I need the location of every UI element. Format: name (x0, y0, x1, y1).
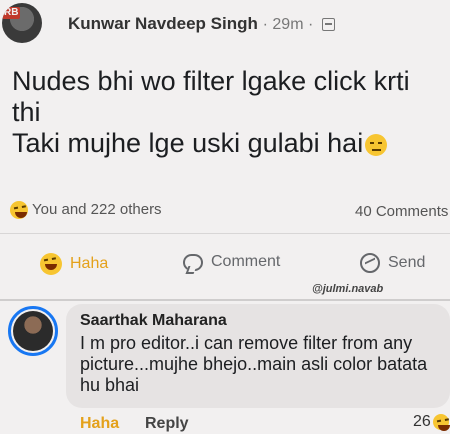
reaction-summary-text: You and 222 others (32, 201, 162, 218)
haha-reaction-icon (10, 201, 28, 220)
author-name[interactable]: Kunwar Navdeep Singh (68, 14, 258, 33)
post-text: Nudes bhi wo filter lgake click krti thi… (12, 66, 448, 159)
haha-reaction-icon (432, 413, 450, 431)
reaction-summary[interactable]: You and 222 others (10, 201, 162, 220)
comments-count[interactable]: 40 Comments (355, 203, 448, 220)
globe-icon (322, 18, 336, 32)
commenter-avatar[interactable] (13, 311, 53, 351)
haha-button[interactable]: Haha (38, 253, 108, 275)
divider (0, 299, 450, 301)
haha-label: Haha (70, 255, 109, 272)
unamused-emoji-icon (365, 133, 388, 156)
comment-haha-button[interactable]: Haha (80, 415, 119, 433)
send-button[interactable]: Send (360, 253, 425, 273)
post-header: Kunwar Navdeep Singh · 29m · (68, 14, 336, 34)
post-line-1: Nudes bhi wo filter lgake click krti (12, 66, 410, 96)
divider (0, 233, 450, 234)
comment-reaction-count[interactable]: 26 (413, 413, 450, 431)
haha-icon (40, 253, 62, 275)
post-line-3-text: Taki mujhe lge uski gulabi hai (12, 128, 364, 158)
comment-label: Comment (211, 253, 281, 270)
post-meta: · 29m · (262, 16, 314, 33)
watermark: @julmi.navab (312, 283, 384, 295)
post-time: 29m (272, 16, 304, 33)
comment-icon (183, 253, 203, 271)
send-label: Send (388, 254, 426, 271)
comment-text: I m pro editor..i can remove filter from… (80, 333, 428, 395)
post-line-2: thi (12, 97, 41, 127)
commenter-name[interactable]: Saarthak Maharana (80, 312, 227, 330)
comment-reply-button[interactable]: Reply (145, 415, 189, 433)
author-avatar[interactable]: RB (2, 3, 42, 43)
comment-reaction-number: 26 (413, 413, 431, 430)
comment-button[interactable]: Comment (183, 253, 280, 271)
avatar-badge: RB (2, 7, 21, 19)
post-line-3: Taki mujhe lge uski gulabi hai (12, 128, 448, 159)
send-icon (360, 253, 380, 273)
